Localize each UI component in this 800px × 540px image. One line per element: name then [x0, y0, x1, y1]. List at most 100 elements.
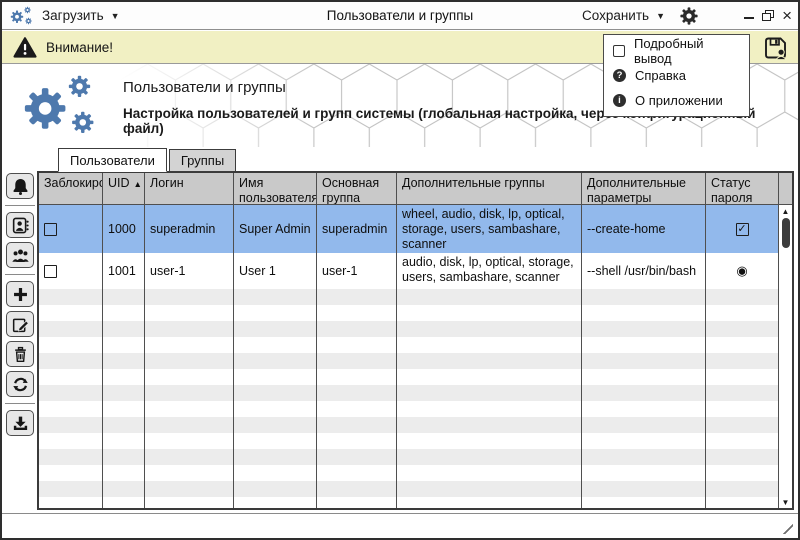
toolbar-separator [5, 403, 35, 404]
warning-triangle-icon [13, 37, 37, 58]
load-menu-button[interactable]: Загрузить ▼ [42, 2, 120, 29]
tab-users[interactable]: Пользователи [58, 148, 167, 172]
column-header-login[interactable]: Логин [145, 173, 234, 204]
menu-item-help[interactable]: ? Справка [604, 63, 749, 88]
table-row[interactable]: 1001 user-1 User 1 user-1 audio, disk, l… [39, 253, 778, 289]
toolbar-separator [5, 205, 35, 206]
table-row[interactable]: 1000 superadmin Super Admin superadmin w… [39, 205, 778, 253]
menu-item-label: О приложении [635, 93, 723, 108]
scroll-down-button[interactable]: ▼ [779, 496, 792, 508]
chevron-down-icon: ▼ [111, 11, 120, 21]
restore-icon [762, 13, 771, 21]
titlebar: Загрузить ▼ Пользователи и группы Сохран… [2, 2, 798, 30]
uid-cell: 1000 [103, 205, 145, 253]
tab-bar: Пользователи Группы [58, 148, 236, 172]
uid-cell: 1001 [103, 253, 145, 289]
window-title: Пользователи и группы [2, 2, 798, 29]
settings-dropdown-menu: Подробный вывод ? Справка i О приложении [603, 34, 750, 117]
menu-item-label: Подробный вывод [634, 36, 740, 66]
app-window: Загрузить ▼ Пользователи и группы Сохран… [0, 0, 800, 540]
empty-column [234, 289, 317, 508]
save-user-file-icon[interactable] [762, 35, 789, 61]
column-header-extra-groups[interactable]: Дополнительные группы [397, 173, 582, 204]
maximize-button[interactable] [762, 10, 774, 21]
download-icon [11, 414, 30, 433]
empty-column [706, 289, 778, 508]
save-menu-button[interactable]: Сохранить ▼ [582, 2, 665, 29]
user-card-button[interactable] [6, 212, 34, 238]
scrollbar-thumb[interactable] [782, 218, 790, 248]
empty-column [317, 289, 397, 508]
extra-params-cell: --create-home [582, 205, 706, 253]
edit-pencil-icon [11, 315, 30, 334]
login-cell: user-1 [145, 253, 234, 289]
users-table: Заблокирован UID▲ Логин Имя пользователя… [37, 171, 794, 510]
chevron-down-icon: ▼ [656, 11, 665, 21]
vertical-scrollbar[interactable]: ▲ ▼ [778, 173, 792, 508]
status-bar [2, 513, 798, 538]
empty-column [39, 289, 103, 508]
scrollbar-track[interactable] [779, 248, 792, 496]
login-cell: superadmin [145, 205, 234, 253]
scroll-up-button[interactable]: ▲ [779, 205, 792, 217]
contact-card-icon [11, 216, 30, 235]
name-cell: User 1 [234, 253, 317, 289]
refresh-button[interactable] [6, 371, 34, 397]
edit-user-button[interactable] [6, 311, 34, 337]
group-cell: user-1 [317, 253, 397, 289]
download-button[interactable] [6, 410, 34, 436]
close-button[interactable]: × [782, 9, 792, 23]
column-header-uid[interactable]: UID▲ [103, 173, 145, 204]
menu-item-about[interactable]: i О приложении [604, 88, 749, 113]
menu-item-verbose-output[interactable]: Подробный вывод [604, 38, 749, 63]
radio-selected-icon[interactable]: ◉ [736, 263, 747, 278]
load-menu-label: Загрузить [42, 8, 104, 23]
toolbar-separator [5, 274, 35, 275]
extra-groups-cell: wheel, audio, disk, lp, optical, storage… [397, 205, 582, 253]
trash-icon [11, 345, 30, 364]
save-menu-label: Сохранить [582, 8, 649, 23]
minimize-button[interactable] [744, 17, 754, 19]
warning-text: Внимание! [46, 40, 113, 55]
settings-gear-button[interactable] [680, 7, 698, 25]
app-logo-gears-icon [9, 5, 35, 27]
locked-cell [39, 253, 103, 289]
checkbox-icon[interactable] [613, 45, 625, 57]
column-header-password-status[interactable]: Статус пароля [706, 173, 778, 204]
help-icon: ? [613, 69, 626, 82]
users-groups-gears-icon [14, 70, 109, 142]
side-toolbar [5, 173, 35, 440]
extra-groups-cell: audio, disk, lp, optical, storage, users… [397, 253, 582, 289]
group-cell: superadmin [317, 205, 397, 253]
notifications-button[interactable] [6, 173, 34, 199]
sort-ascending-icon: ▲ [134, 179, 142, 189]
checkbox-unchecked-icon[interactable] [44, 265, 57, 278]
column-header-name[interactable]: Имя пользователя [234, 173, 317, 204]
refresh-icon [11, 375, 30, 394]
checkbox-checked-icon[interactable]: ✓ [736, 223, 749, 236]
users-group-icon [11, 246, 30, 265]
name-cell: Super Admin [234, 205, 317, 253]
user-groups-button[interactable] [6, 242, 34, 268]
plus-icon [11, 285, 30, 304]
column-header-extra-params[interactable]: Дополнительные параметры [582, 173, 706, 204]
tab-groups[interactable]: Группы [169, 149, 236, 172]
column-header-group[interactable]: Основная группа [317, 173, 397, 204]
locked-cell [39, 205, 103, 253]
empty-column [582, 289, 706, 508]
add-user-button[interactable] [6, 281, 34, 307]
menu-item-label: Справка [635, 68, 686, 83]
empty-rows-area [39, 289, 778, 508]
window-controls: × [744, 2, 792, 29]
resize-grip[interactable] [780, 521, 793, 534]
bell-icon [11, 177, 30, 196]
table-header-row: Заблокирован UID▲ Логин Имя пользователя… [39, 173, 778, 205]
page-title: Пользователи и группы [123, 79, 286, 96]
extra-params-cell: --shell /usr/bin/bash [582, 253, 706, 289]
checkbox-unchecked-icon[interactable] [44, 223, 57, 236]
info-icon: i [613, 94, 626, 107]
empty-column [103, 289, 145, 508]
delete-user-button[interactable] [6, 341, 34, 367]
column-header-locked[interactable]: Заблокирован [39, 173, 103, 204]
password-status-cell: ✓ [706, 205, 778, 253]
